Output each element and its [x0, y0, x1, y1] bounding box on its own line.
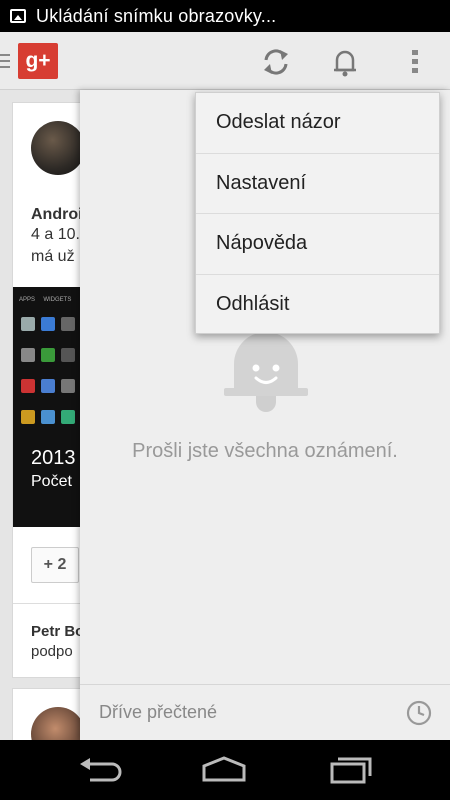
menu-item-settings[interactable]: Nastavení — [196, 154, 439, 214]
refresh-icon[interactable] — [260, 46, 292, 78]
previously-read-label: Dříve přečtené — [99, 702, 218, 722]
post-text-line: má už — [31, 248, 75, 265]
action-bar: g+ — [0, 32, 450, 90]
hamburger-icon[interactable] — [0, 54, 10, 72]
status-notification-text: Ukládání snímku obrazovky... — [36, 5, 277, 26]
thumb-app-grid — [21, 317, 81, 441]
commenter-name[interactable]: Petr Bo — [31, 623, 84, 640]
plus-one-button[interactable]: + 2 — [31, 547, 79, 583]
recents-icon[interactable] — [328, 756, 376, 784]
home-icon[interactable] — [200, 756, 248, 784]
overflow-icon[interactable] — [399, 46, 431, 78]
comment-text: podpo — [31, 643, 73, 660]
thumb-count: Počet — [31, 473, 72, 490]
avatar[interactable] — [31, 121, 85, 175]
empty-notifications-message: Prošli jste všechna oznámení. — [132, 440, 398, 462]
menu-item-sign-out[interactable]: Odhlásit — [196, 275, 439, 336]
post-author[interactable]: Androi — [31, 206, 83, 224]
menu-item-send-feedback[interactable]: Odeslat názor — [196, 93, 439, 154]
menu-item-help[interactable]: Nápověda — [196, 214, 439, 275]
previously-read-button[interactable]: Dříve přečtené — [80, 684, 450, 740]
post-text-line: 4 a 10. — [31, 226, 80, 243]
navigation-bar — [0, 740, 450, 800]
google-plus-logo[interactable]: g+ — [18, 43, 58, 79]
avatar[interactable] — [31, 707, 85, 740]
back-icon[interactable] — [76, 756, 124, 784]
smiling-bell-icon — [224, 332, 308, 412]
status-bar: Ukládání snímku obrazovky... — [0, 0, 450, 32]
thumb-tabs: APPS WIDGETS — [19, 297, 72, 303]
thumb-year: 2013 — [31, 447, 76, 469]
overflow-menu: Odeslat názor Nastavení Nápověda Odhlási… — [195, 92, 440, 334]
image-icon — [10, 9, 26, 23]
bell-icon[interactable] — [329, 46, 361, 78]
clock-icon[interactable] — [406, 700, 432, 726]
